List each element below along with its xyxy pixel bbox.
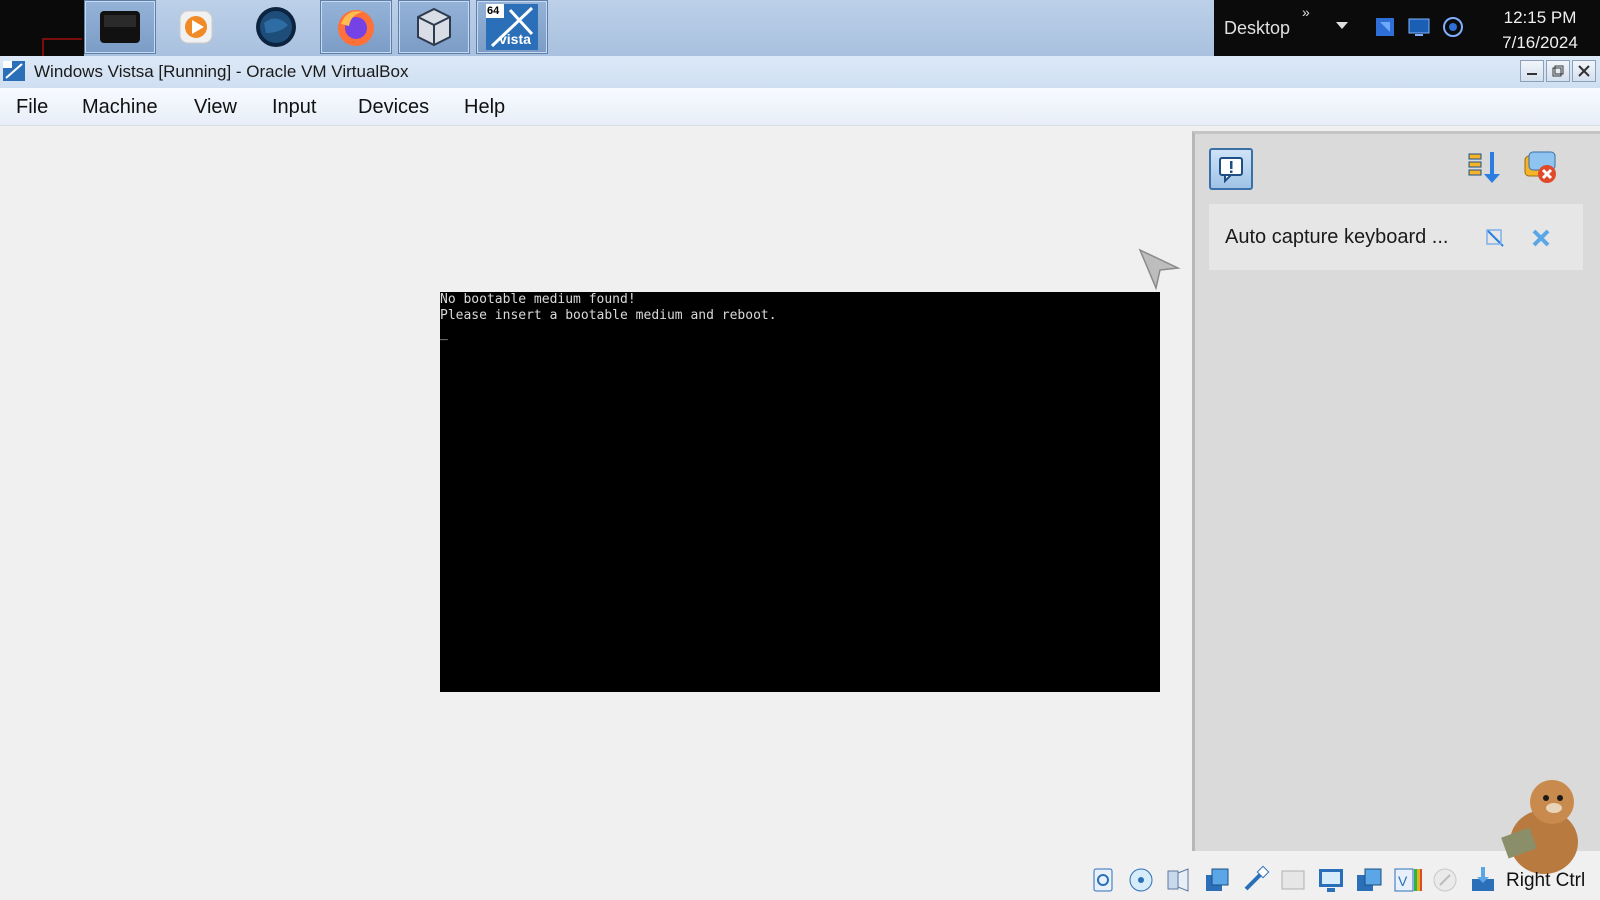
window-title: Windows Vistsa [Running] - Oracle VM Vir… [34,62,409,81]
mouse-pointer-icon [1138,248,1181,291]
usb-icon[interactable] [1240,865,1270,895]
optical-drive-icon[interactable] [1126,865,1156,895]
taskbar-app-firefox[interactable] [320,0,392,54]
vm-console-cursor: _ [440,326,448,341]
menu-view[interactable]: View [194,94,237,121]
taskbar-app-media[interactable] [160,0,232,54]
toolbar-chevron-icon[interactable]: » [1302,4,1310,20]
restore-icon [1552,65,1564,77]
notification-center-button[interactable] [1209,148,1253,190]
vm-console-line: Please insert a bootable medium and rebo… [440,308,777,323]
notification-center-icon [1219,157,1243,183]
menu-machine[interactable]: Machine [82,94,158,121]
virtualbox-icon [417,7,451,47]
minimize-button[interactable] [1520,60,1544,82]
taskbar-app-dark[interactable] [84,0,156,54]
taskbar-app-vista[interactable]: 64 vista [476,0,548,54]
taskbar-app-globe[interactable] [240,0,312,54]
restore-button[interactable] [1546,60,1570,82]
tray-monitor-icon[interactable] [1406,14,1432,40]
hard-disk-icon[interactable] [1088,865,1118,895]
taskbar-app-virtualbox[interactable] [398,0,470,54]
desktop-toolbar-label[interactable]: Desktop [1224,18,1290,39]
dismiss-all-icon[interactable] [1521,148,1559,186]
recording-icon[interactable] [1354,865,1384,895]
system-tray: Desktop » 12:15 PM 7/16/2024 [1214,0,1600,56]
vm-console-line: No bootable medium found! [440,292,636,307]
menu-bar: File Machine View Input Devices Help [0,88,1600,126]
vista-badge: 64 [487,5,500,17]
host-taskbar: 64 vista Desktop » 12:15 PM 7/16/2024 [0,0,1600,56]
network-icon[interactable] [1202,865,1232,895]
close-icon [1578,65,1590,77]
sort-icon[interactable] [1465,148,1503,186]
virtualbox-window-icon [3,61,25,81]
dark-app-icon [100,11,140,43]
globe-icon [256,7,296,47]
vt-x-icon[interactable]: V [1392,865,1422,895]
notification-message: Auto capture keyboard ... [1225,226,1449,248]
notification-panel-header [1195,134,1600,200]
menu-input[interactable]: Input [272,94,316,121]
display-icon[interactable] [1316,865,1346,895]
window-titlebar[interactable]: Windows Vistsa [Running] - Oracle VM Vir… [0,56,1600,88]
menu-help[interactable]: Help [464,94,505,121]
window-controls [1520,60,1596,82]
minimize-icon [1527,73,1537,75]
tray-network-icon[interactable] [1440,14,1466,40]
keyboard-capture-icon[interactable] [1468,865,1498,895]
host-key-label[interactable]: Right Ctrl [1506,870,1585,892]
mouse-integration-icon[interactable] [1430,865,1460,895]
tray-clock[interactable]: 12:15 PM 7/16/2024 [1492,5,1588,55]
svg-text:V: V [1398,873,1408,889]
menu-file[interactable]: File [16,94,48,121]
notice-info-icon[interactable] [1483,226,1507,250]
close-button[interactable] [1572,60,1596,82]
shared-folders-icon[interactable] [1278,865,1308,895]
tray-app-icon[interactable] [1372,14,1398,40]
media-player-icon [179,10,213,44]
firefox-icon [338,10,374,46]
vm-screen[interactable]: No bootable medium found! Please insert … [440,292,1160,692]
tray-expand-icon[interactable] [1336,22,1348,29]
notification-center-panel: Auto capture keyboard ... [1192,131,1600,851]
clock-time: 12:15 PM [1503,8,1577,27]
notification-item: Auto capture keyboard ... [1209,204,1583,270]
vista-label: vista [499,31,531,47]
taskbar-corner [0,0,84,56]
menu-devices[interactable]: Devices [358,94,429,121]
notice-close-icon[interactable] [1529,226,1553,250]
taskbar-corner-accent [42,38,82,56]
audio-icon[interactable] [1164,865,1194,895]
clock-date: 7/16/2024 [1502,33,1578,52]
